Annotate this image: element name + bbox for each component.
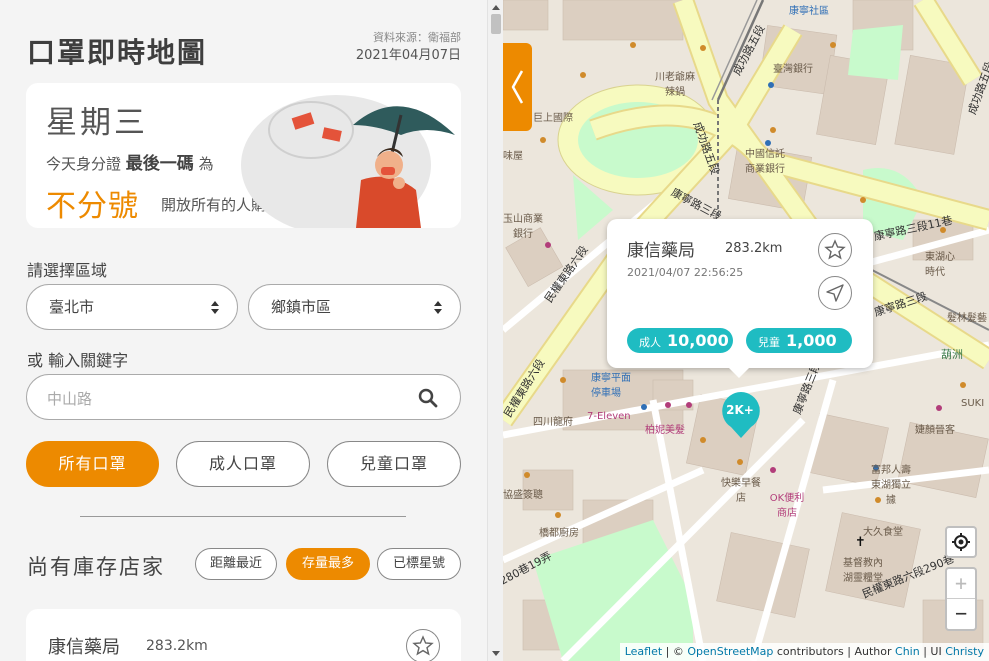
filter-adult-masks-button[interactable]: 成人口罩 xyxy=(176,441,310,487)
locate-me-button[interactable] xyxy=(945,526,977,558)
scroll-up-arrow-icon[interactable] xyxy=(492,5,500,10)
popup-store-name: 康信藥局 xyxy=(627,241,695,261)
star-button[interactable] xyxy=(406,629,440,661)
filter-all-masks-button[interactable]: 所有口罩 xyxy=(26,441,159,487)
map-label: 富邦人壽東湖獨立據 xyxy=(871,465,911,506)
map-label: 味屋 xyxy=(503,151,523,162)
map-label: 協盛簽聰 xyxy=(503,490,543,501)
search-placeholder: 中山路 xyxy=(47,390,93,408)
zoom-control: + − xyxy=(945,567,977,631)
rule-prefix: 今天身分證 xyxy=(46,155,122,173)
navigation-arrow-icon xyxy=(826,284,844,302)
map-label: 橋都廚房 xyxy=(539,528,579,539)
search-icon[interactable] xyxy=(418,388,438,408)
map-label: 東湖心時代 xyxy=(925,252,955,278)
rule-bold: 最後一碼 xyxy=(125,154,194,174)
map-label: 康寧社區 xyxy=(789,6,829,17)
keyword-search-input[interactable]: 中山路 xyxy=(26,374,461,420)
child-count: 1,000 xyxy=(786,331,837,350)
current-date: 2021年04月07日 xyxy=(355,48,461,63)
map-label: 康寧平面停車場 xyxy=(591,373,631,399)
attribution-sep: | © xyxy=(662,645,688,658)
map-label: 柏妮美髮 xyxy=(645,425,685,436)
popup-star-button[interactable] xyxy=(818,233,852,267)
popup-updated-time: 2021/04/07 22:56:25 xyxy=(627,266,744,279)
scroll-thumb[interactable] xyxy=(491,14,501,34)
sidebar: 口罩即時地圖 資料來源：衛福部 2021年04月07日 星期三 今天身分證 最後… xyxy=(0,0,487,661)
chevron-left-icon xyxy=(511,70,524,104)
source-label: 資料來源：衛福部 xyxy=(373,31,461,44)
filter-child-masks-button[interactable]: 兒童口罩 xyxy=(327,441,461,487)
star-icon xyxy=(824,239,846,260)
city-select-value: 臺北市 xyxy=(49,298,95,316)
region-label: 請選擇區域 xyxy=(27,261,108,280)
map-attribution: Leaflet | © OpenStreetMap contributors |… xyxy=(619,643,989,661)
map-label: 葫洲 xyxy=(941,348,963,361)
sidebar-toggle-button[interactable] xyxy=(503,43,532,131)
author-link[interactable]: Chin xyxy=(895,645,920,658)
map-label: 川老爺麻辣鍋 xyxy=(655,72,695,98)
popup-navigate-button[interactable] xyxy=(818,276,852,310)
district-select[interactable]: 鄉鎮市區 xyxy=(248,284,461,330)
sort-nearest-button[interactable]: 距離最近 xyxy=(195,548,277,580)
crosshair-icon xyxy=(952,533,970,551)
adult-label: 成人 xyxy=(639,336,661,349)
divider xyxy=(80,516,406,517)
map-label: 中國信託商業銀行 xyxy=(745,149,785,175)
sidebar-scrollbar[interactable] xyxy=(487,0,503,661)
adult-stock-badge: 成人 10,000 xyxy=(627,328,733,353)
zoom-in-button[interactable]: + xyxy=(947,569,975,599)
keyword-label: 或 輸入關鍵字 xyxy=(27,351,129,370)
store-cluster-marker[interactable]: 2K+ xyxy=(720,390,762,438)
app-title: 口罩即時地圖 xyxy=(27,36,208,69)
district-select-value: 鄉鎮市區 xyxy=(271,298,332,316)
id-number-highlight: 不分號 xyxy=(46,189,139,224)
map-label: 巨上國際 xyxy=(533,113,573,124)
purchase-rule-card: 星期三 今天身分證 最後一碼 為 不分號 開放所有的人購買！ xyxy=(26,83,461,228)
map-label: 快樂早餐店 xyxy=(721,478,761,504)
map-label: 婕顏晉客 xyxy=(915,425,955,436)
child-label: 兒童 xyxy=(758,336,780,349)
sort-starred-button[interactable]: 已標星號 xyxy=(377,548,461,580)
sort-most-stock-button[interactable]: 存量最多 xyxy=(286,548,370,580)
store-distance: 283.2km xyxy=(146,638,208,654)
store-name: 康信藥局 xyxy=(48,637,120,658)
map-label: 大久食堂 xyxy=(863,527,903,538)
attribution-ui-sep: | UI xyxy=(919,645,946,658)
map-label: 髮林髮藝 xyxy=(947,313,987,324)
store-popup: 康信藥局 283.2km 2021/04/07 22:56:25 成人 10,00… xyxy=(607,219,873,378)
map-label: SUKI xyxy=(961,398,985,409)
star-icon xyxy=(412,635,434,656)
map-label: OK便利商店 xyxy=(769,493,805,519)
cluster-count: 2K+ xyxy=(726,403,754,417)
scroll-down-arrow-icon[interactable] xyxy=(492,651,500,656)
store-list-title: 尚有庫存店家 xyxy=(27,555,165,579)
rule-suffix: 為 xyxy=(198,155,214,173)
attribution-contributors: contributors | Author xyxy=(773,645,896,658)
data-source: 資料來源：衛福部 2021年04月07日 xyxy=(356,29,461,65)
store-card[interactable]: 康信藥局 283.2km xyxy=(26,609,461,661)
ui-designer-link[interactable]: Christy xyxy=(945,645,984,658)
map-label: 7-Eleven xyxy=(587,411,631,422)
city-select[interactable]: 臺北市 xyxy=(26,284,238,330)
person-umbrella-illustration xyxy=(241,95,455,228)
map-label: 四川龍府 xyxy=(533,417,573,428)
child-stock-badge: 兒童 1,000 xyxy=(746,328,852,353)
map-label: 臺灣銀行 xyxy=(773,64,813,75)
osm-link[interactable]: OpenStreetMap xyxy=(687,645,773,658)
id-rule-text: 今天身分證 最後一碼 為 xyxy=(46,149,214,174)
weekday: 星期三 xyxy=(46,105,148,141)
leaflet-link[interactable]: Leaflet xyxy=(625,645,662,658)
adult-count: 10,000 xyxy=(667,331,729,350)
popup-store-distance: 283.2km xyxy=(725,241,783,256)
map-label: 玉山商業銀行 xyxy=(503,214,543,240)
zoom-out-button[interactable]: − xyxy=(947,599,975,629)
